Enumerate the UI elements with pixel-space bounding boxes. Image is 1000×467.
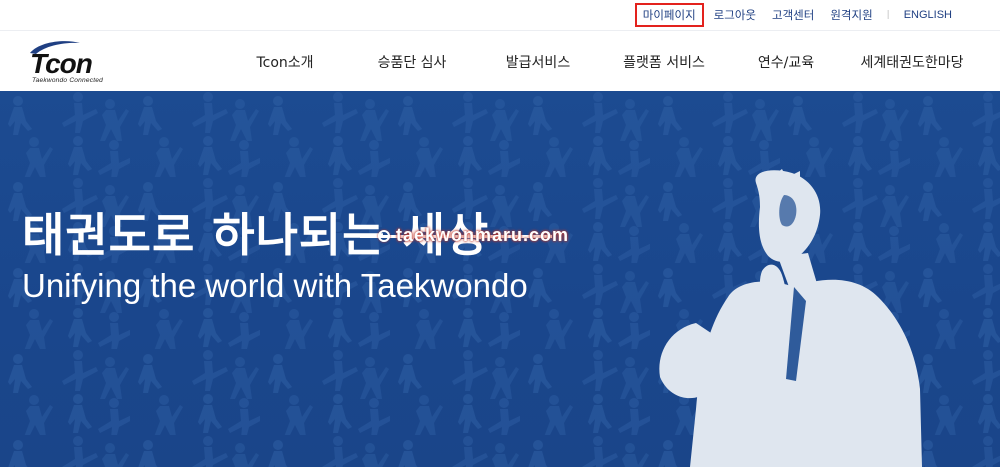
remote-support-link[interactable]: 원격지원 [822,7,880,23]
utility-separator: | [886,10,890,20]
main-nav-bar: Tcon Taekwondo Connected Tcon소개 승품단 심사 발… [0,30,1000,91]
nav-promotion-exam[interactable]: 승품단 심사 [348,52,476,72]
mypage-link[interactable]: 마이페이지 [634,3,704,27]
tcon-logo-graphic: Tcon Taekwondo Connected [30,41,103,84]
svg-text:Taekwondo Connected: Taekwondo Connected [32,77,103,84]
nav-tcon-intro[interactable]: Tcon소개 [222,52,348,72]
logout-link[interactable]: 로그아웃 [706,7,764,23]
svg-text:Tcon: Tcon [30,48,92,79]
tcon-logo[interactable]: Tcon Taekwondo Connected [26,39,126,85]
watermark-circle-icon [378,230,390,243]
utility-bar: 마이페이지 로그아웃 고객센터 원격지원 | ENGLISH [0,0,1000,30]
nav-issuance-service[interactable]: 발급서비스 [476,52,600,72]
nav-world-taekwondo-hanmadang[interactable]: 세계태권도한마당 [844,52,980,72]
main-menu: Tcon소개 승품단 심사 발급서비스 플랫폼 서비스 연수/교육 세계태권도한… [222,31,980,92]
utility-links: 마이페이지 로그아웃 고객센터 원격지원 | ENGLISH [634,0,960,30]
watermark: taekwonmaru.com [378,225,569,246]
customer-center-link[interactable]: 고객센터 [764,7,822,23]
english-link[interactable]: ENGLISH [896,9,960,21]
nav-training-education[interactable]: 연수/교육 [728,52,844,72]
hero-banner: 태권도로 하나되는 세상 taekwonmaru.com Unifying th… [0,91,1000,467]
watermark-text: taekwonmaru.com [396,225,570,245]
taekwondo-athlete-silhouette [659,169,922,467]
nav-platform-service[interactable]: 플랫폼 서비스 [600,52,728,72]
hero-subtitle: Unifying the world with Taekwondo [22,267,528,304]
